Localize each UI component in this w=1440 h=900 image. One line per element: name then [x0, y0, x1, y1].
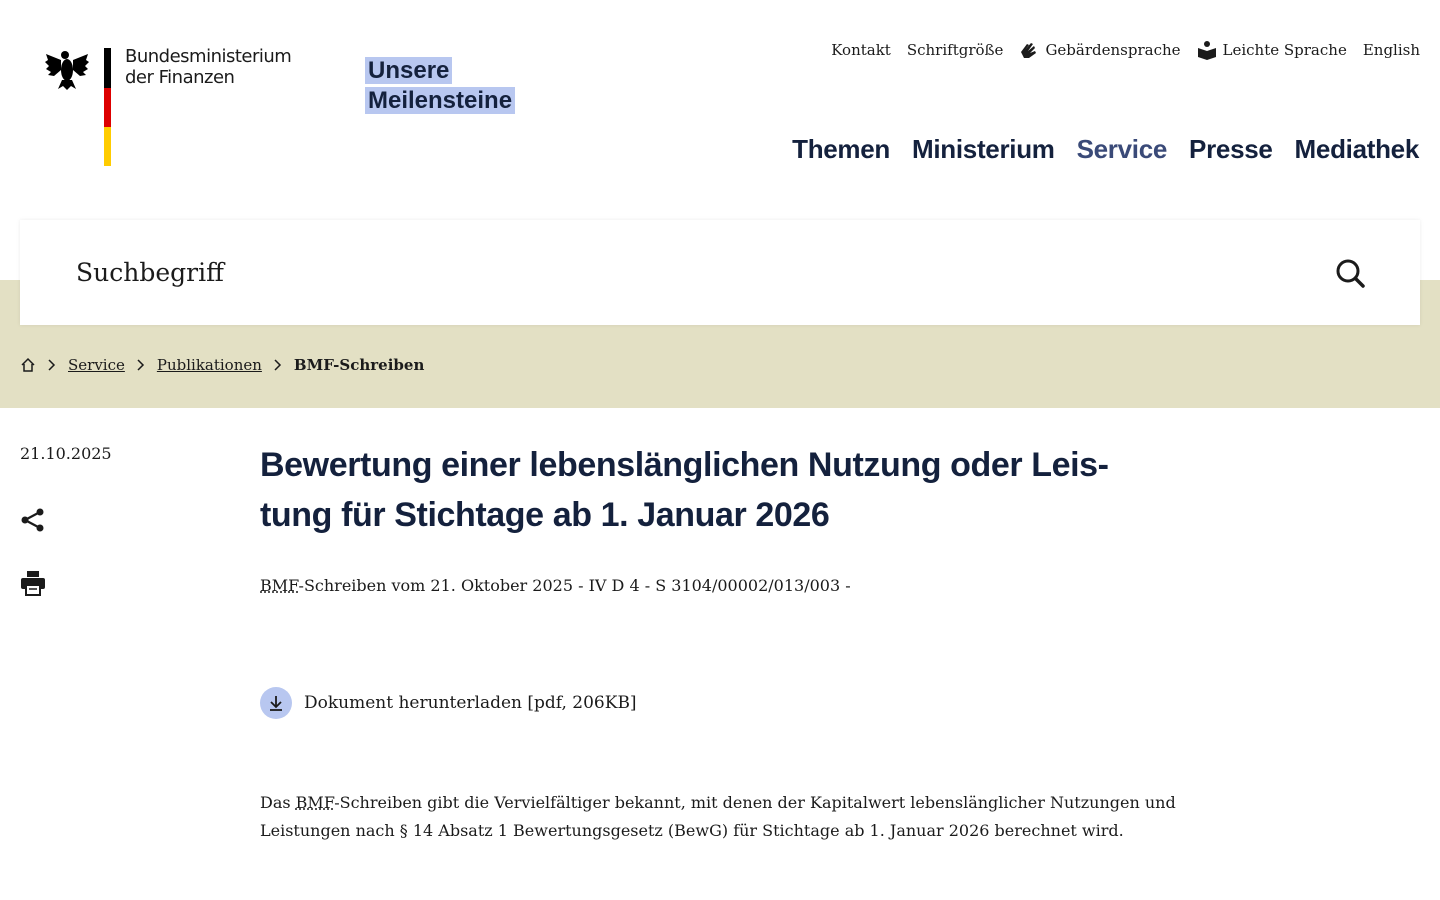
chevron-right-icon — [137, 359, 145, 371]
easy-language-link[interactable]: Leichte Sprache — [1197, 40, 1347, 60]
search-icon — [1336, 259, 1365, 288]
article-body: Das BMF-Schreiben gibt die Vervielfältig… — [260, 789, 1180, 845]
nav-presse[interactable]: Presse — [1189, 134, 1273, 165]
article-content: Bewertung einer lebenslänglichen Nutzung… — [260, 440, 1180, 845]
easy-language-label: Leichte Sprache — [1222, 41, 1347, 59]
title-line-2: tung für Stichtage ab 1. Januar 2026 — [260, 496, 830, 534]
contact-label: Kontakt — [831, 41, 891, 59]
utility-nav: Kontakt Schriftgröße Gebärdensprache Lei… — [831, 40, 1420, 60]
main-nav: Themen Ministerium Service Presse Mediat… — [792, 134, 1419, 165]
font-size-label: Schriftgröße — [906, 41, 1004, 59]
logo-line-2: der Finanzen — [125, 67, 235, 88]
easy-language-icon — [1197, 41, 1216, 60]
chevron-right-icon — [48, 359, 56, 371]
search-bar — [20, 220, 1420, 325]
bmf-logo[interactable]: Bundesministerium der Finanzen — [44, 46, 292, 168]
download-label: Dokument herunterladen [pdf, 206KB] — [304, 693, 637, 713]
milestones-line-1: Unsere — [365, 57, 453, 84]
milestones-link[interactable]: Unsere Meilensteine — [365, 56, 516, 116]
english-link[interactable]: English — [1363, 41, 1420, 59]
breadcrumb-current: BMF-Schreiben — [293, 356, 425, 374]
title-line-1: Bewertung einer lebenslänglichen Nutzung… — [260, 446, 1109, 484]
logo-text: Bundesministerium der Finanzen — [125, 46, 292, 88]
logo-line-1: Bundesministerium — [125, 46, 292, 67]
breadcrumb-service[interactable]: Service — [68, 356, 125, 374]
article-title: Bewertung einer lebenslänglichen Nutzung… — [260, 440, 1180, 540]
print-icon[interactable] — [20, 570, 46, 596]
sign-language-icon — [1021, 43, 1037, 58]
contact-link[interactable]: Kontakt — [831, 41, 891, 59]
milestones-line-2: Meilensteine — [365, 87, 516, 114]
bmf-abbr[interactable]: BMF — [260, 576, 299, 595]
publication-date: 21.10.2025 — [20, 444, 112, 463]
home-icon[interactable] — [20, 357, 36, 373]
chevron-right-icon — [274, 359, 282, 371]
english-label: English — [1362, 41, 1420, 59]
nav-service[interactable]: Service — [1077, 134, 1168, 165]
nav-themen[interactable]: Themen — [792, 134, 890, 165]
share-icon[interactable] — [20, 507, 46, 533]
federal-eagle-icon — [45, 51, 89, 90]
search-button[interactable] — [1334, 257, 1366, 289]
body-prefix: Das — [260, 793, 296, 812]
sign-language-link[interactable]: Gebärdensprache — [1019, 40, 1181, 60]
flag-bar — [104, 48, 111, 166]
nav-mediathek[interactable]: Mediathek — [1295, 134, 1420, 165]
reference-line: BMF-Schreiben vom 21. Oktober 2025 - IV … — [260, 576, 1180, 595]
nav-ministerium[interactable]: Ministerium — [912, 134, 1055, 165]
body-text: -Schreiben gibt die Vervielfältiger beka… — [260, 793, 1176, 840]
download-link[interactable]: Dokument herunterladen [pdf, 206KB] — [260, 687, 1180, 719]
font-size-link[interactable]: Schriftgröße — [907, 41, 1004, 59]
reference-text: -Schreiben vom 21. Oktober 2025 - IV D 4… — [298, 576, 851, 595]
sign-language-label: Gebärdensprache — [1045, 41, 1181, 59]
breadcrumb-publikationen[interactable]: Publikationen — [157, 356, 262, 374]
search-input[interactable] — [76, 258, 1176, 287]
breadcrumb: Service Publikationen BMF-Schreiben — [20, 356, 424, 374]
bmf-abbr[interactable]: BMF — [296, 793, 335, 812]
download-icon — [260, 687, 292, 719]
